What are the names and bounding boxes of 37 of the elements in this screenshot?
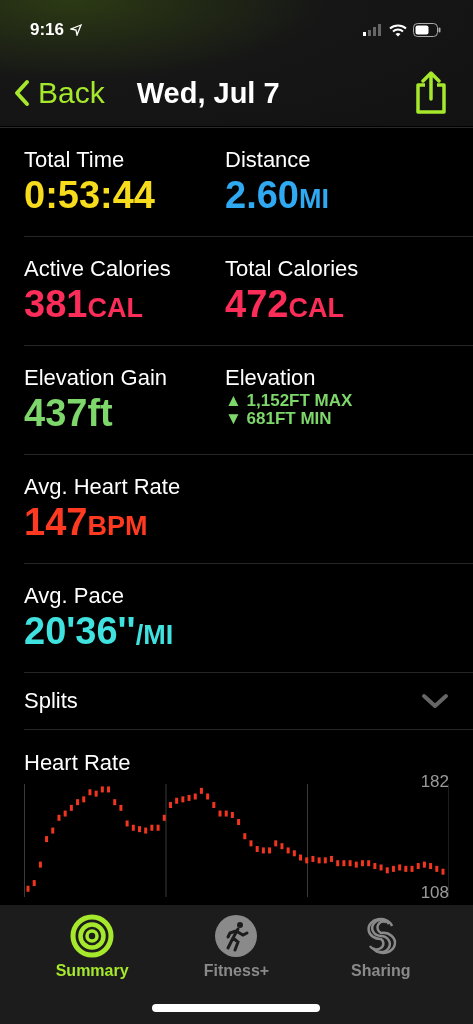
tab[interactable]: Fitness+	[176, 913, 297, 989]
splits-row[interactable]: Splits	[24, 673, 473, 730]
elevation-max: ▲ 1,152FT MAX	[225, 392, 354, 410]
metric-value: 381CAL	[24, 283, 144, 327]
metric-value: 2.60MI	[225, 174, 330, 218]
battery-icon	[413, 23, 441, 37]
metric-label: Distance	[225, 146, 312, 174]
metric-value: 0:53:44	[24, 174, 156, 216]
nav-title: Wed, Jul 7	[136, 76, 281, 110]
metric-label: Elevation Gain	[24, 364, 169, 392]
chevron-down-icon	[421, 693, 449, 709]
rings-icon	[70, 914, 115, 958]
tab[interactable]: Summary	[32, 913, 153, 989]
wifi-icon	[389, 23, 407, 37]
chart-title: Heart Rate	[24, 750, 132, 776]
metric-label: Avg. Heart Rate	[24, 473, 182, 501]
metric-value: 20'36''/MI	[24, 610, 175, 654]
metric-label: Total Time	[24, 146, 126, 174]
elevation-min: ▼ 681FT MIN	[225, 410, 333, 428]
runner-icon	[214, 914, 259, 958]
metric-value: 472CAL	[225, 283, 345, 327]
metric-value: 147BPM	[24, 501, 149, 545]
metric-label: Active Calories	[24, 255, 172, 283]
metric-label: Total Calories	[225, 255, 360, 283]
share-button[interactable]	[413, 71, 449, 115]
metric-value: 437ft	[24, 392, 114, 434]
chevron-left-icon	[14, 79, 30, 107]
axis-label: 182	[420, 772, 449, 792]
signal-icon	[363, 24, 383, 36]
back-button[interactable]: Back	[14, 76, 105, 110]
tab[interactable]: Sharing	[320, 913, 441, 989]
status-time: 9:16	[30, 20, 65, 40]
metric-label: Elevation	[225, 364, 317, 392]
metric-label: Avg. Pace	[24, 582, 125, 610]
axis-label: 108	[420, 883, 449, 903]
location-icon	[70, 24, 83, 36]
share-icon	[413, 71, 449, 115]
